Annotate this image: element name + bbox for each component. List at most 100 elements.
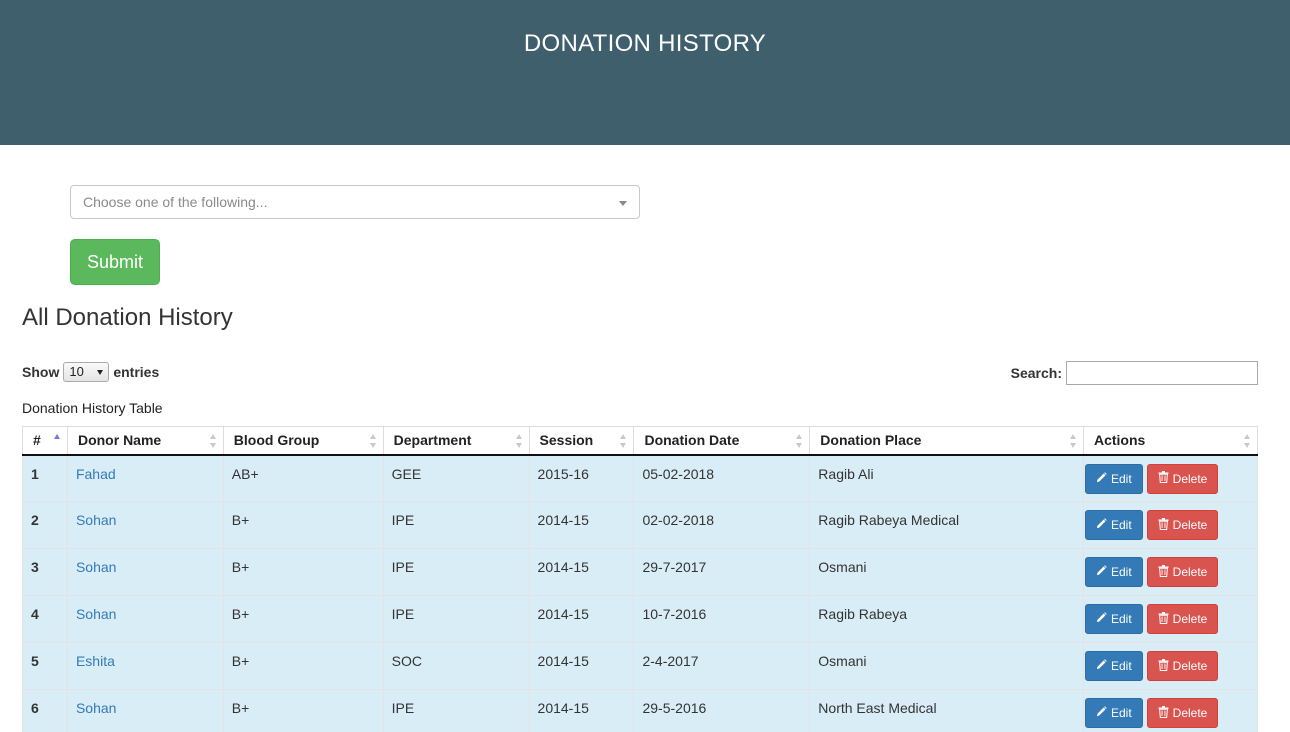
column-header-label: Donor Name <box>77 432 162 449</box>
column-header-label: Donation Date <box>644 432 740 449</box>
delete-button[interactable]: Delete <box>1146 651 1219 681</box>
delete-button[interactable]: Delete <box>1146 557 1219 587</box>
edit-button[interactable]: Edit <box>1084 463 1143 494</box>
table-row: 1 Fahad AB+ GEE 2015-16 05-02-2018 Ragib Ali Ed… <box>22 454 1259 502</box>
row-number: 1 <box>22 454 68 502</box>
column-header-label: Donation Place <box>820 432 922 449</box>
donation-date-cell: 29-7-2017 <box>633 548 810 596</box>
column-header-label: Department <box>393 432 472 449</box>
session-cell: 2014-15 <box>528 501 634 549</box>
table-row: 5 Eshita B+ SOC 2014-15 2-4-2017 Osmani Edit Del… <box>22 642 1259 690</box>
actions-cell: Edit Delete <box>1082 595 1259 643</box>
row-number: 4 <box>22 595 68 643</box>
donor-select-dropdown[interactable]: Choose one of the following... <box>70 185 640 219</box>
actions-cell: Edit Delete <box>1082 501 1259 549</box>
column-header-label: Blood Group <box>233 432 320 449</box>
donor-name-link[interactable]: Sohan <box>76 512 116 528</box>
pencil-icon <box>1096 612 1111 626</box>
row-number: 6 <box>22 689 68 732</box>
donation-date-cell: 2-4-2017 <box>633 642 810 690</box>
table-header-row: # Donor Name Blood Group Department Sess… <box>22 426 1259 456</box>
delete-button-label: Delete <box>1172 471 1208 486</box>
delete-button[interactable]: Delete <box>1146 604 1219 634</box>
column-header-session[interactable]: Session <box>528 426 634 456</box>
table-row: 3 Sohan B+ IPE 2014-15 29-7-2017 Osmani Edit Del… <box>22 548 1259 596</box>
delete-button-label: Delete <box>1172 659 1208 673</box>
column-header-blood-group[interactable]: Blood Group <box>222 426 384 456</box>
chevron-down-icon <box>97 370 104 375</box>
session-cell: 2014-15 <box>528 548 634 596</box>
column-header-number[interactable]: # <box>22 426 68 456</box>
donation-place-cell: Osmani <box>809 642 1084 690</box>
sort-ascending-icon <box>53 434 61 448</box>
department-cell: IPE <box>382 689 530 732</box>
trash-icon <box>1158 471 1173 486</box>
pencil-icon <box>1096 706 1111 720</box>
donation-place-cell: Ragib Rabeya Medical <box>809 501 1084 549</box>
delete-button[interactable]: Delete <box>1146 698 1219 728</box>
edit-button[interactable]: Edit <box>1084 510 1143 540</box>
trash-icon <box>1158 611 1173 627</box>
donation-place-cell: Ragib Rabeya <box>809 595 1084 643</box>
donor-name-link[interactable]: Eshita <box>76 653 115 669</box>
pencil-icon <box>1096 565 1111 579</box>
edit-button[interactable]: Edit <box>1084 651 1143 681</box>
search-label: Search: <box>1010 365 1062 381</box>
entries-length-select[interactable]: 10 <box>63 362 110 382</box>
table-row: 6 Sohan B+ IPE 2014-15 29-5-2016 North East Me… <box>22 689 1259 732</box>
column-header-label: Actions <box>1093 432 1146 449</box>
submit-button[interactable]: Submit <box>70 239 160 285</box>
column-header-donation-place[interactable]: Donation Place <box>809 426 1084 456</box>
delete-button-label: Delete <box>1172 612 1208 626</box>
select-placeholder: Choose one of the following... <box>83 194 268 210</box>
sort-icon <box>515 434 523 448</box>
entries-label: entries <box>113 364 160 380</box>
donor-name-link[interactable]: Sohan <box>76 700 116 716</box>
donor-name-link[interactable]: Sohan <box>76 559 116 575</box>
edit-button[interactable]: Edit <box>1084 557 1143 587</box>
row-number: 3 <box>22 548 68 596</box>
delete-button[interactable]: Delete <box>1146 510 1219 540</box>
blood-group-cell: B+ <box>222 642 384 690</box>
donation-date-cell: 05-02-2018 <box>633 454 810 502</box>
department-cell: GEE <box>382 454 530 502</box>
donation-date-cell: 10-7-2016 <box>633 595 810 643</box>
delete-button[interactable]: Delete <box>1146 463 1219 494</box>
donor-name-link[interactable]: Sohan <box>76 606 116 622</box>
sort-icon <box>796 434 803 448</box>
donor-name-cell: Sohan <box>66 548 224 596</box>
delete-button-label: Delete <box>1172 518 1208 532</box>
actions-cell: Edit Delete <box>1082 642 1259 690</box>
column-header-donor-name[interactable]: Donor Name <box>66 426 224 456</box>
pencil-icon <box>1096 471 1111 486</box>
column-header-donation-date[interactable]: Donation Date <box>633 426 810 456</box>
donation-place-cell: North East Medical <box>809 689 1084 732</box>
donor-name-link[interactable]: Fahad <box>76 466 116 482</box>
donation-date-cell: 02-02-2018 <box>633 501 810 549</box>
donor-name-cell: Sohan <box>66 595 224 643</box>
session-cell: 2015-16 <box>528 454 634 502</box>
trash-icon <box>1158 564 1173 580</box>
blood-group-cell: AB+ <box>222 454 384 502</box>
edit-button[interactable]: Edit <box>1084 698 1143 728</box>
edit-button-label: Edit <box>1110 706 1132 720</box>
search-input[interactable] <box>1066 361 1258 385</box>
edit-button[interactable]: Edit <box>1084 604 1143 634</box>
table-search: Search: <box>1011 361 1258 385</box>
blood-group-cell: B+ <box>222 548 384 596</box>
edit-button-label: Edit <box>1110 612 1132 626</box>
donation-place-cell: Ragib Ali <box>809 454 1084 502</box>
donor-name-cell: Eshita <box>66 642 224 690</box>
column-header-label: Session <box>539 432 594 449</box>
column-header-department[interactable]: Department <box>382 426 530 456</box>
entries-length-value: 10 <box>69 364 84 379</box>
session-cell: 2014-15 <box>528 689 634 732</box>
sort-icon <box>209 434 217 448</box>
column-header-actions[interactable]: Actions <box>1082 426 1259 456</box>
table-row: 4 Sohan B+ IPE 2014-15 10-7-2016 Ragib Rabeya E… <box>22 595 1259 643</box>
edit-button-label: Edit <box>1110 659 1132 673</box>
session-cell: 2014-15 <box>528 595 634 643</box>
column-header-label: # <box>33 432 41 449</box>
blood-group-cell: B+ <box>222 501 384 549</box>
page-title: DONATION HISTORY <box>523 30 767 57</box>
